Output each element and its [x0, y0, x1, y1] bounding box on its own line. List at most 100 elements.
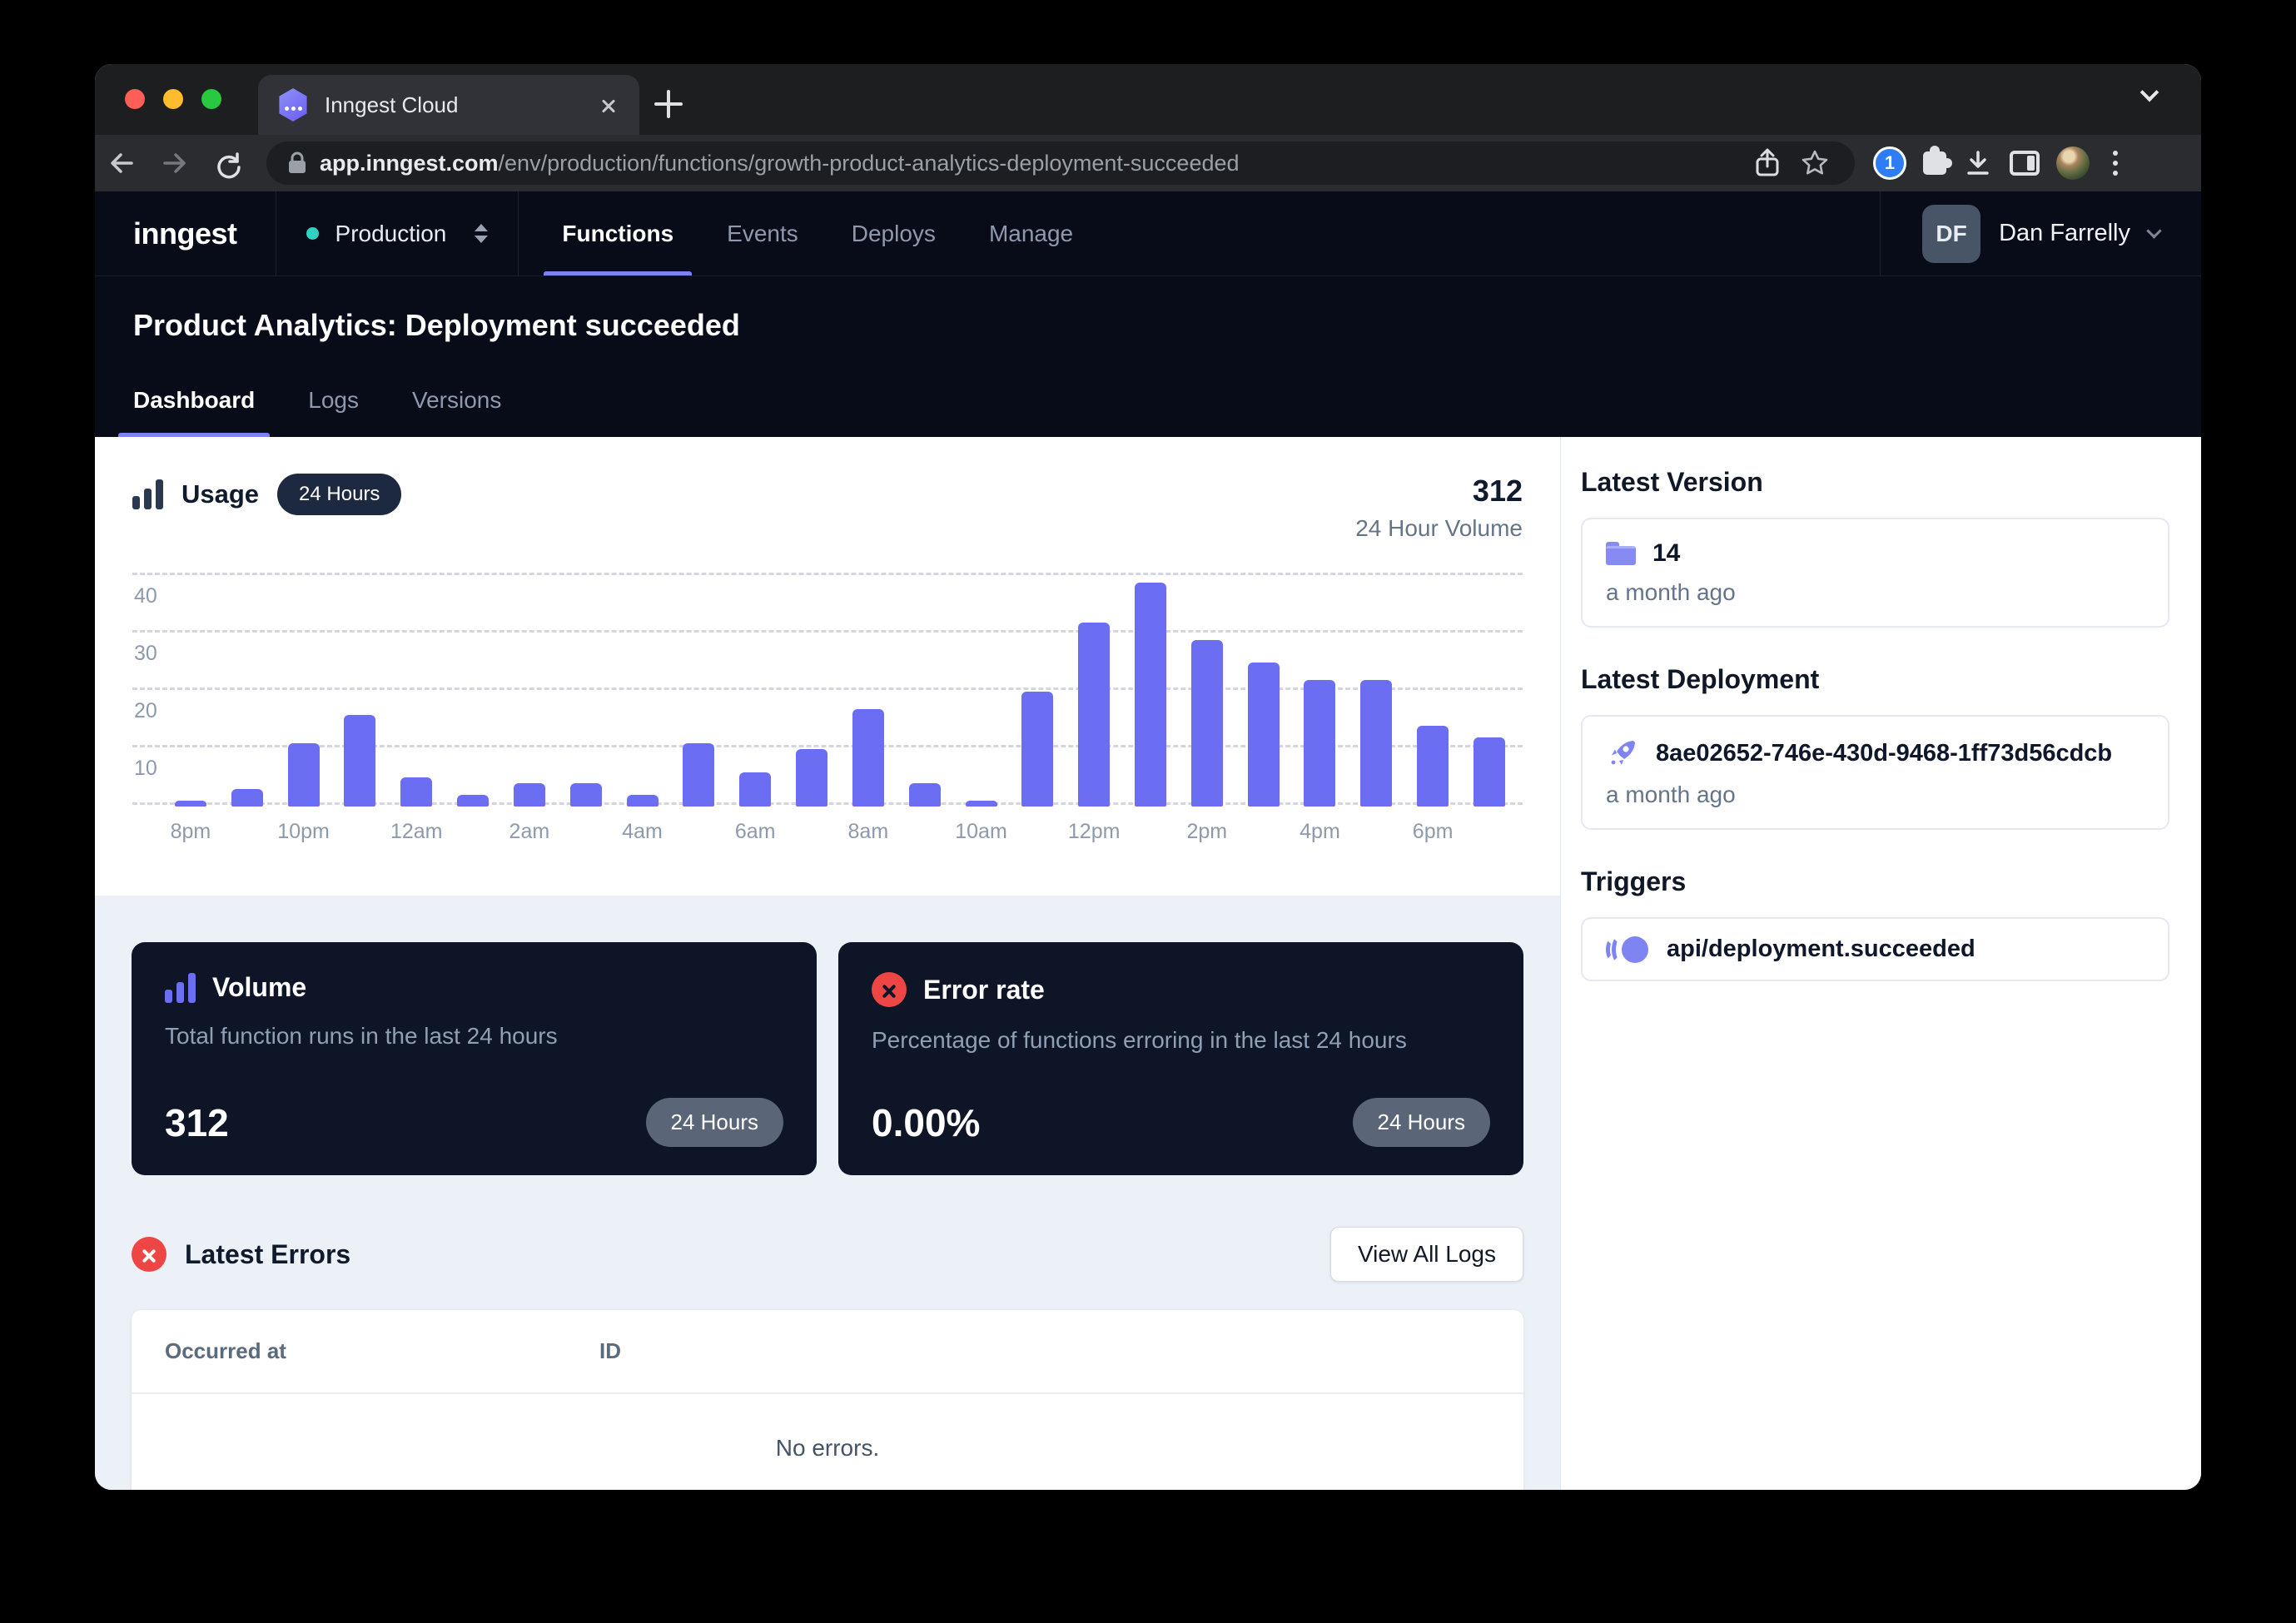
- nav-tab-manage[interactable]: Manage: [989, 191, 1073, 275]
- usage-bar[interactable]: [1360, 680, 1392, 807]
- x-axis-label: 2pm: [1186, 820, 1227, 844]
- x-axis-label: 8am: [848, 820, 889, 844]
- nav-tab-deploys[interactable]: Deploys: [852, 191, 936, 275]
- usage-bar[interactable]: [514, 783, 545, 807]
- inngest-logo[interactable]: inngest: [95, 191, 276, 275]
- usage-title: Usage: [181, 479, 259, 509]
- bar-slot: 10am: [953, 575, 1010, 805]
- nav-tab-events[interactable]: Events: [727, 191, 798, 275]
- x-axis-label: 2am: [509, 820, 550, 844]
- user-name: Dan Farrelly: [1999, 220, 2130, 247]
- environment-selector[interactable]: Production: [276, 191, 519, 275]
- usage-bar[interactable]: [344, 715, 375, 807]
- tab-dashboard[interactable]: Dashboard: [133, 387, 255, 437]
- view-all-logs-button[interactable]: View All Logs: [1330, 1227, 1523, 1282]
- back-button[interactable]: [95, 140, 148, 186]
- tab-search-chevron-icon[interactable]: [2140, 83, 2159, 102]
- address-bar[interactable]: app.inngest.com/env/production/functions…: [266, 141, 1855, 185]
- usage-bar[interactable]: [796, 749, 827, 807]
- error-x-icon: [872, 972, 907, 1007]
- bar-slot: 4am: [614, 575, 671, 805]
- usage-bar[interactable]: [288, 743, 320, 807]
- y-axis-label: 40: [134, 584, 157, 608]
- usage-bar[interactable]: [1248, 663, 1280, 807]
- browser-window: Inngest Cloud app.inngest.com/env/produc…: [95, 64, 2201, 1490]
- forward-button[interactable]: [148, 140, 201, 186]
- inngest-favicon-icon: [278, 88, 308, 122]
- bar-slot: 12pm: [1066, 575, 1122, 805]
- y-axis-label: 20: [134, 699, 157, 723]
- dashboard-column: Usage 24 Hours 312 24 Hour Volume 102030…: [95, 437, 1560, 1490]
- usage-bar[interactable]: [231, 789, 263, 807]
- reload-button[interactable]: [201, 140, 255, 186]
- zoom-window-button[interactable]: [201, 89, 221, 109]
- usage-bar[interactable]: [739, 772, 771, 807]
- minimize-window-button[interactable]: [163, 89, 183, 109]
- user-menu[interactable]: DF Dan Farrelly: [1880, 191, 2201, 275]
- bar-slot: [331, 575, 388, 805]
- usage-bar[interactable]: [1021, 692, 1053, 807]
- new-tab-button[interactable]: [654, 90, 683, 118]
- latest-version-timestamp: a month ago: [1606, 579, 2144, 606]
- bar-slot: [1235, 575, 1292, 805]
- usage-bar[interactable]: [909, 783, 941, 807]
- browser-profile-avatar[interactable]: [2056, 146, 2090, 180]
- nav-tab-functions[interactable]: Functions: [562, 191, 673, 275]
- bar-slot: [1122, 575, 1179, 805]
- usage-bar[interactable]: [1474, 737, 1505, 807]
- column-occurred-at: Occurred at: [165, 1338, 599, 1364]
- side-panel-icon[interactable]: [2010, 151, 2040, 176]
- usage-bar[interactable]: [852, 709, 884, 807]
- usage-chart-icon: [132, 479, 163, 509]
- volume-card-title: Volume: [212, 972, 306, 1003]
- share-icon[interactable]: [1753, 148, 1782, 178]
- details-sidebar: Latest Version 14 a month ago Latest Dep…: [1560, 437, 2201, 1490]
- metric-cards: Volume Total function runs in the last 2…: [132, 942, 1523, 1175]
- usage-bar[interactable]: [683, 743, 714, 807]
- tab-logs[interactable]: Logs: [308, 387, 359, 437]
- usage-bar[interactable]: [1304, 680, 1335, 807]
- bar-slot: 6am: [727, 575, 783, 805]
- bookmark-star-icon[interactable]: [1800, 148, 1830, 178]
- downloads-icon[interactable]: [1963, 148, 1993, 178]
- usage-bar[interactable]: [1417, 726, 1449, 807]
- tab-versions[interactable]: Versions: [412, 387, 501, 437]
- bar-slot: 2am: [501, 575, 558, 805]
- browser-tab[interactable]: Inngest Cloud: [258, 75, 639, 135]
- password-manager-extension-icon[interactable]: 1: [1873, 146, 1906, 180]
- latest-deployment-heading: Latest Deployment: [1581, 664, 2169, 695]
- metrics-section: Volume Total function runs in the last 2…: [95, 896, 1560, 1490]
- error-rate-card-value: 0.00%: [872, 1100, 980, 1145]
- latest-deployment-card[interactable]: 8ae02652-746e-430d-9468-1ff73d56cdcb a m…: [1581, 715, 2169, 830]
- latest-version-card[interactable]: 14 a month ago: [1581, 518, 2169, 628]
- close-tab-icon[interactable]: [598, 94, 619, 116]
- app-nav-tabs: Functions Events Deploys Manage: [519, 191, 1073, 275]
- function-header: Product Analytics: Deployment succeeded …: [95, 276, 2201, 437]
- usage-bar[interactable]: [1191, 640, 1223, 807]
- usage-bar[interactable]: [1078, 623, 1110, 807]
- latest-errors-title: Latest Errors: [185, 1239, 350, 1270]
- usage-bar[interactable]: [570, 783, 602, 807]
- browser-menu-icon[interactable]: [2106, 151, 2125, 176]
- extensions-puzzle-icon[interactable]: [1923, 151, 1946, 175]
- close-window-button[interactable]: [125, 89, 145, 109]
- usage-bar[interactable]: [1135, 583, 1166, 807]
- usage-bar[interactable]: [457, 795, 489, 807]
- usage-bar[interactable]: [175, 801, 206, 807]
- usage-bar[interactable]: [966, 801, 997, 807]
- bar-slot: 10pm: [276, 575, 332, 805]
- usage-range-badge[interactable]: 24 Hours: [277, 474, 401, 515]
- usage-bar[interactable]: [400, 777, 432, 807]
- volume-card-description: Total function runs in the last 24 hours: [165, 1023, 783, 1050]
- user-menu-chevron-icon: [2146, 223, 2161, 238]
- rocket-icon: [1606, 737, 1639, 770]
- event-trigger-icon: [1606, 936, 1648, 963]
- volume-card-value: 312: [165, 1100, 229, 1145]
- bar-slot: [1461, 575, 1518, 805]
- trigger-card[interactable]: api/deployment.succeeded: [1581, 917, 2169, 981]
- usage-bar[interactable]: [627, 795, 658, 807]
- url-path: /env/production/functions/growth-product…: [499, 151, 1240, 176]
- latest-deployment-timestamp: a month ago: [1606, 782, 2144, 808]
- y-axis-label: 10: [134, 757, 157, 781]
- latest-version-heading: Latest Version: [1581, 467, 2169, 498]
